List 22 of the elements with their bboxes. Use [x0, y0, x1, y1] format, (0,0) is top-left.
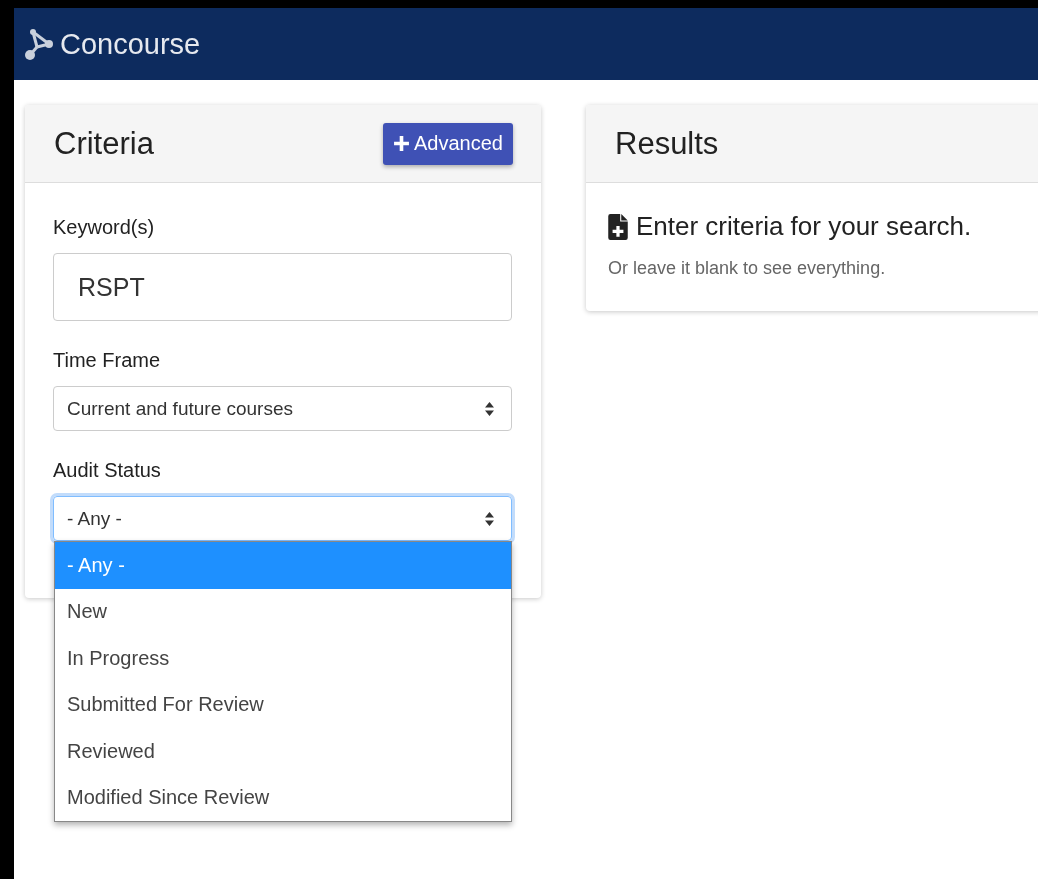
field-label: Audit Status	[53, 459, 161, 482]
dropdown-option[interactable]: Modified Since Review	[55, 774, 511, 821]
keyword-field[interactable]: RSPT	[53, 253, 512, 321]
plus-icon	[393, 135, 411, 152]
dropdown-option[interactable]: Reviewed	[55, 728, 511, 775]
brand-name[interactable]: Concourse	[60, 27, 201, 61]
field-label: Time Frame	[53, 349, 161, 372]
field-label: Keyword(s)	[53, 216, 155, 239]
select-field[interactable]: - Any -	[53, 496, 512, 541]
file-plus-icon	[608, 213, 628, 240]
dropdown-option[interactable]: Submitted For Review	[55, 681, 511, 728]
dropdown-option[interactable]: New	[55, 588, 511, 635]
results-hint: Or leave it blank to see everything.	[608, 258, 887, 279]
results-heading: Enter criteria for your search.	[636, 211, 972, 242]
card-title: Results	[615, 125, 719, 162]
sort-icon	[484, 510, 495, 527]
select-field[interactable]: Current and future courses	[53, 386, 512, 431]
logo-icon	[24, 27, 54, 61]
dropdown-option[interactable]: In Progress	[55, 635, 511, 682]
advanced-button[interactable]: Advanced	[383, 122, 513, 165]
card-title: Criteria	[54, 125, 154, 162]
sort-icon	[484, 400, 495, 417]
